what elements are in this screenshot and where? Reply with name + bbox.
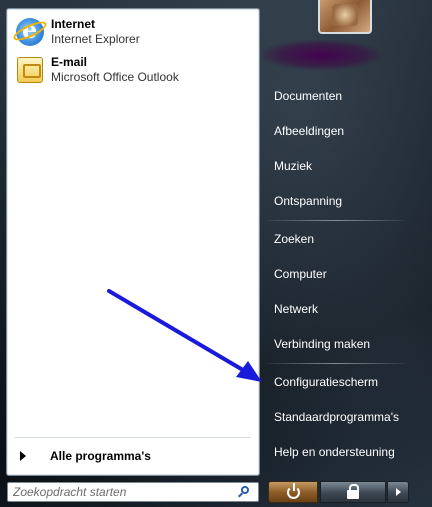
link-control-panel[interactable]: Configuratiescherm — [274, 372, 378, 392]
link-computer[interactable]: Computer — [274, 264, 327, 284]
link-default-programs[interactable]: Standaardprogramma's — [274, 407, 399, 427]
link-network[interactable]: Netwerk — [274, 299, 318, 319]
pinned-item-title: E-mail — [51, 55, 88, 69]
lock-icon — [347, 484, 359, 499]
power-icon — [287, 483, 300, 499]
power-controls — [268, 481, 409, 503]
programs-pane: Internet Internet Explorer E-mail Micros… — [6, 8, 260, 476]
search-box[interactable] — [7, 482, 259, 502]
pinned-item-title: Internet — [51, 17, 96, 31]
link-connect-to[interactable]: Verbinding maken — [274, 334, 370, 354]
pinned-item-subtitle: Microsoft Office Outlook — [51, 70, 179, 84]
link-music[interactable]: Muziek — [274, 156, 312, 176]
divider — [266, 220, 406, 221]
all-programs-button[interactable]: Alle programma's — [15, 446, 251, 466]
search-icon[interactable] — [237, 485, 251, 499]
link-pictures[interactable]: Afbeeldingen — [274, 121, 344, 141]
start-menu: Internet Internet Explorer E-mail Micros… — [0, 0, 432, 507]
link-documents[interactable]: Documenten — [274, 86, 342, 106]
chevron-right-icon — [396, 488, 401, 496]
power-button[interactable] — [268, 481, 318, 503]
lock-button[interactable] — [320, 481, 386, 503]
link-search[interactable]: Zoeken — [274, 229, 314, 249]
link-games[interactable]: Ontspanning — [274, 191, 342, 211]
pinned-item-email[interactable]: E-mail Microsoft Office Outlook — [15, 52, 255, 88]
search-input[interactable] — [8, 483, 233, 501]
link-help[interactable]: Help en ondersteuning — [274, 442, 395, 462]
username-redacted — [262, 40, 380, 70]
shutdown-options-button[interactable] — [387, 481, 409, 503]
all-programs-label: Alle programma's — [50, 449, 151, 463]
pinned-item-internet[interactable]: Internet Internet Explorer — [11, 14, 255, 50]
divider — [266, 363, 406, 364]
outlook-icon — [15, 55, 45, 85]
arrow-right-icon — [20, 451, 26, 461]
divider — [15, 437, 251, 438]
user-picture[interactable] — [318, 0, 372, 34]
pinned-item-subtitle: Internet Explorer — [51, 32, 140, 46]
internet-explorer-icon — [11, 15, 49, 47]
